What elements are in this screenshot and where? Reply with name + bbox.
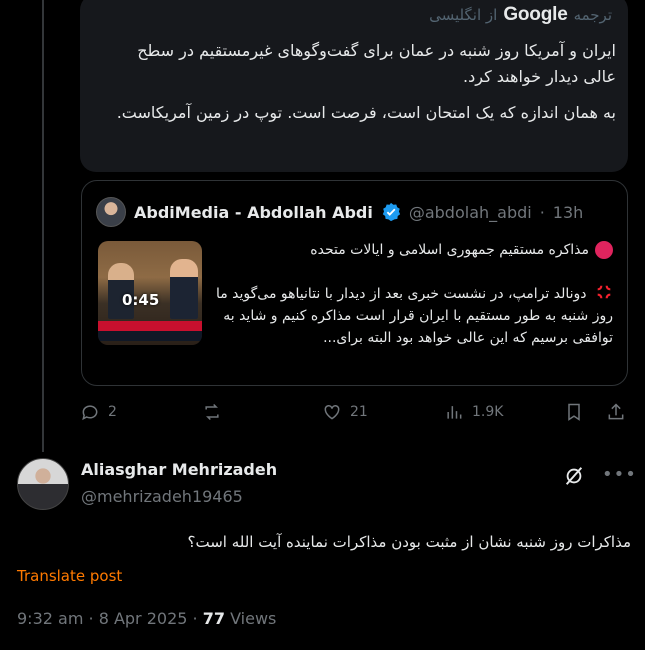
reply-icon	[82, 405, 98, 421]
quoted-tweet[interactable]: AbdiMedia - Abdollah Abdi @abdolah_abdi …	[81, 180, 628, 386]
action-bar: 2 21 1.9K	[80, 400, 630, 430]
quote-body-text: دونالد ترامپ، در نشست خبری بعد از دیدار …	[215, 286, 613, 346]
repost-icon	[205, 403, 219, 421]
quote-author-name[interactable]: AbdiMedia - Abdollah Abdi	[134, 203, 373, 222]
google-logo: Google	[503, 4, 568, 25]
repost-button[interactable]	[202, 402, 230, 422]
translation-card: ترجمه Google از انگلیسی ایران و آمریکا ر…	[80, 0, 628, 172]
translate-post-link[interactable]: Translate post	[17, 567, 122, 585]
quote-header: AbdiMedia - Abdollah Abdi @abdolah_abdi …	[96, 197, 583, 227]
anger-symbol-icon	[597, 285, 611, 299]
translated-text: ایران و آمریکا روز شنبه در عمان برای گفت…	[106, 38, 616, 126]
post-time[interactable]: 9:32 am	[17, 609, 83, 628]
views-icon	[447, 406, 462, 419]
views-button[interactable]: 1.9K	[444, 402, 503, 422]
reply-button[interactable]: 2	[80, 402, 117, 422]
views-count: 1.9K	[472, 404, 504, 420]
thread-line	[42, 0, 44, 452]
translate-label: ترجمه	[573, 6, 612, 24]
share-button[interactable]	[606, 402, 626, 422]
avatar[interactable]	[96, 197, 126, 227]
translated-by: ترجمه Google از انگلیسی	[429, 4, 612, 26]
grok-icon[interactable]	[563, 465, 585, 487]
thumbnail-figure	[170, 259, 198, 319]
quote-author-handle: @abdolah_abdi	[408, 202, 532, 222]
share-icon	[608, 403, 624, 420]
video-duration: 0:45	[122, 291, 160, 309]
like-count: 21	[350, 404, 368, 420]
reply-author-name[interactable]: Aliasghar Mehrizadeh	[81, 460, 277, 479]
like-button[interactable]: 21	[322, 402, 368, 422]
reply-author-handle[interactable]: @mehrizadeh19465	[81, 487, 243, 506]
reply-text: مذاکرات روز شنبه نشان از مثبت بودن مذاکر…	[187, 533, 632, 551]
post-views-count: 77	[202, 609, 225, 628]
bookmark-icon	[568, 403, 580, 421]
like-icon	[324, 404, 340, 420]
translated-paragraph: به همان اندازه که یک امتحان است، فرصت اس…	[116, 103, 616, 122]
thumbnail-banner	[98, 321, 202, 331]
verified-icon	[382, 202, 400, 222]
reply-count: 2	[108, 404, 117, 420]
translated-paragraph: ایران و آمریکا روز شنبه در عمان برای گفت…	[137, 41, 616, 86]
more-icon[interactable]: •••	[602, 464, 637, 485]
separator-dot: ·	[88, 609, 94, 628]
post-views-label: Views	[230, 609, 277, 628]
quote-headline: مذاکره مستقیم جمهوری اسلامی و ایالات متح…	[310, 242, 589, 258]
thumbnail-banner	[98, 331, 202, 341]
post-date[interactable]: 8 Apr 2025	[99, 609, 188, 628]
separator-dot: ·	[192, 609, 198, 628]
avatar[interactable]	[17, 458, 69, 510]
source-language: از انگلیسی	[429, 6, 498, 24]
separator-dot: ·	[539, 202, 545, 222]
video-thumbnail[interactable]: 0:45	[98, 241, 202, 345]
quote-text: مذاکره مستقیم جمهوری اسلامی و ایالات متح…	[213, 239, 613, 349]
post-meta: 9:32 am · 8 Apr 2025 · 77 Views	[17, 609, 276, 628]
bookmark-button[interactable]	[564, 402, 584, 422]
red-circle-icon	[595, 241, 613, 259]
quote-timestamp[interactable]: 13h	[553, 203, 584, 222]
